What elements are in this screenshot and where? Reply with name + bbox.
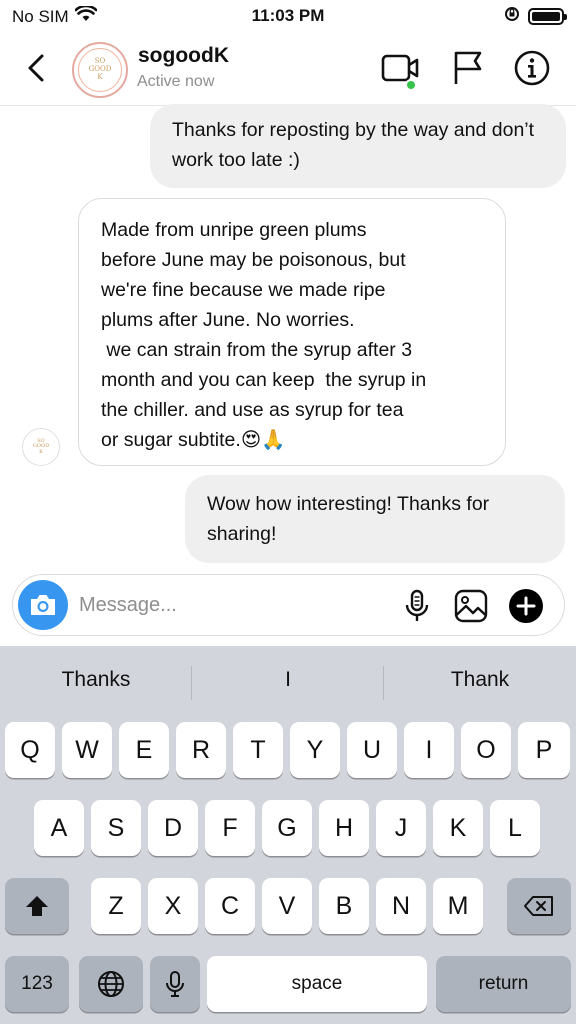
key-d[interactable]: D [148, 800, 198, 856]
plus-button[interactable] [509, 589, 543, 623]
info-button[interactable] [512, 48, 552, 88]
gallery-icon [454, 589, 488, 623]
globe-key[interactable] [79, 956, 143, 1012]
numbers-key[interactable]: 123 [5, 956, 69, 1012]
suggestion-item[interactable]: Thank [385, 668, 575, 692]
microphone-icon [405, 589, 429, 621]
status-time: 11:03 PM [251, 6, 325, 25]
message-line: we're fine because we made ripe [101, 279, 386, 301]
backspace-key[interactable] [507, 878, 571, 934]
key-s[interactable]: S [91, 800, 141, 856]
key-r[interactable]: R [176, 722, 226, 778]
key-n[interactable]: N [376, 878, 426, 934]
suggestion-divider [383, 666, 384, 700]
key-m[interactable]: M [433, 878, 483, 934]
chat-header: SO GOOD K sogoodK Active now [0, 32, 576, 106]
dictation-icon [166, 971, 184, 997]
flag-icon [454, 51, 482, 84]
plus-icon [516, 596, 536, 616]
suggestion-bar: Thanks I Thank [0, 646, 576, 720]
key-h[interactable]: H [319, 800, 369, 856]
avatar-logo-small: SO GOOD K [32, 437, 50, 455]
back-button[interactable] [22, 48, 52, 88]
suggestion-divider [191, 666, 192, 700]
chevron-left-icon [28, 54, 44, 82]
message-line: the chiller. and use as syrup for tea [101, 399, 404, 421]
key-g[interactable]: G [262, 800, 312, 856]
battery-icon [528, 8, 567, 25]
avatar-logo: SO GOOD K [78, 48, 122, 92]
shift-key[interactable] [5, 878, 69, 934]
key-o[interactable]: O [461, 722, 511, 778]
message-bubble-outgoing[interactable]: Thanks for reposting by the way and don’… [150, 104, 566, 188]
globe-icon [98, 971, 124, 997]
message-line: we can strain from the syrup after 3 [101, 339, 413, 361]
contact-status: Active now [137, 73, 215, 90]
key-b[interactable]: B [319, 878, 369, 934]
message-line: or sugar subtite.😍🙏 [101, 429, 286, 451]
sender-avatar[interactable]: SO GOOD K [22, 428, 60, 466]
message-input[interactable] [79, 590, 389, 620]
flag-button[interactable] [448, 48, 488, 88]
message-composer [12, 574, 565, 636]
key-a[interactable]: A [34, 800, 84, 856]
camera-icon [31, 595, 55, 615]
info-icon [514, 50, 550, 86]
key-y[interactable]: Y [290, 722, 340, 778]
message-line: plums after June. No worries. [101, 309, 355, 331]
space-key[interactable]: space [207, 956, 427, 1012]
status-bar: No SIM 11:03 PM [0, 0, 576, 32]
key-l[interactable]: L [490, 800, 540, 856]
key-z[interactable]: Z [91, 878, 141, 934]
key-e[interactable]: E [119, 722, 169, 778]
key-w[interactable]: W [62, 722, 112, 778]
message-line: month and you can keep the syrup in [101, 369, 427, 391]
key-q[interactable]: Q [5, 722, 55, 778]
message-line: before June may be poisonous, but [101, 249, 406, 271]
key-c[interactable]: C [205, 878, 255, 934]
key-t[interactable]: T [233, 722, 283, 778]
online-indicator [405, 79, 417, 91]
contact-avatar[interactable]: SO GOOD K [72, 42, 128, 98]
gallery-button[interactable] [453, 588, 489, 624]
keyboard: Thanks I Thank Q W E R T Y U I O P A S D… [0, 646, 576, 1024]
return-key[interactable]: return [436, 956, 571, 1012]
suggestion-item[interactable]: I [193, 668, 383, 692]
camera-button[interactable] [18, 580, 68, 630]
message-bubble-incoming[interactable]: Made from unripe green plums before June… [78, 198, 506, 466]
message-bubble-outgoing[interactable]: Wow how interesting! Thanks for sharing! [185, 475, 565, 563]
shift-icon [26, 896, 48, 916]
key-p[interactable]: P [518, 722, 570, 778]
key-x[interactable]: X [148, 878, 198, 934]
orientation-lock-icon [504, 6, 520, 27]
status-right [504, 6, 567, 27]
contact-name[interactable]: sogoodK [138, 44, 229, 68]
message-line: Made from unripe green plums [101, 219, 367, 241]
key-j[interactable]: J [376, 800, 426, 856]
key-f[interactable]: F [205, 800, 255, 856]
dictation-key[interactable] [150, 956, 200, 1012]
key-v[interactable]: V [262, 878, 312, 934]
microphone-button[interactable] [399, 588, 435, 624]
key-i[interactable]: I [404, 722, 454, 778]
backspace-icon [524, 896, 553, 916]
key-u[interactable]: U [347, 722, 397, 778]
key-k[interactable]: K [433, 800, 483, 856]
suggestion-item[interactable]: Thanks [1, 668, 191, 692]
